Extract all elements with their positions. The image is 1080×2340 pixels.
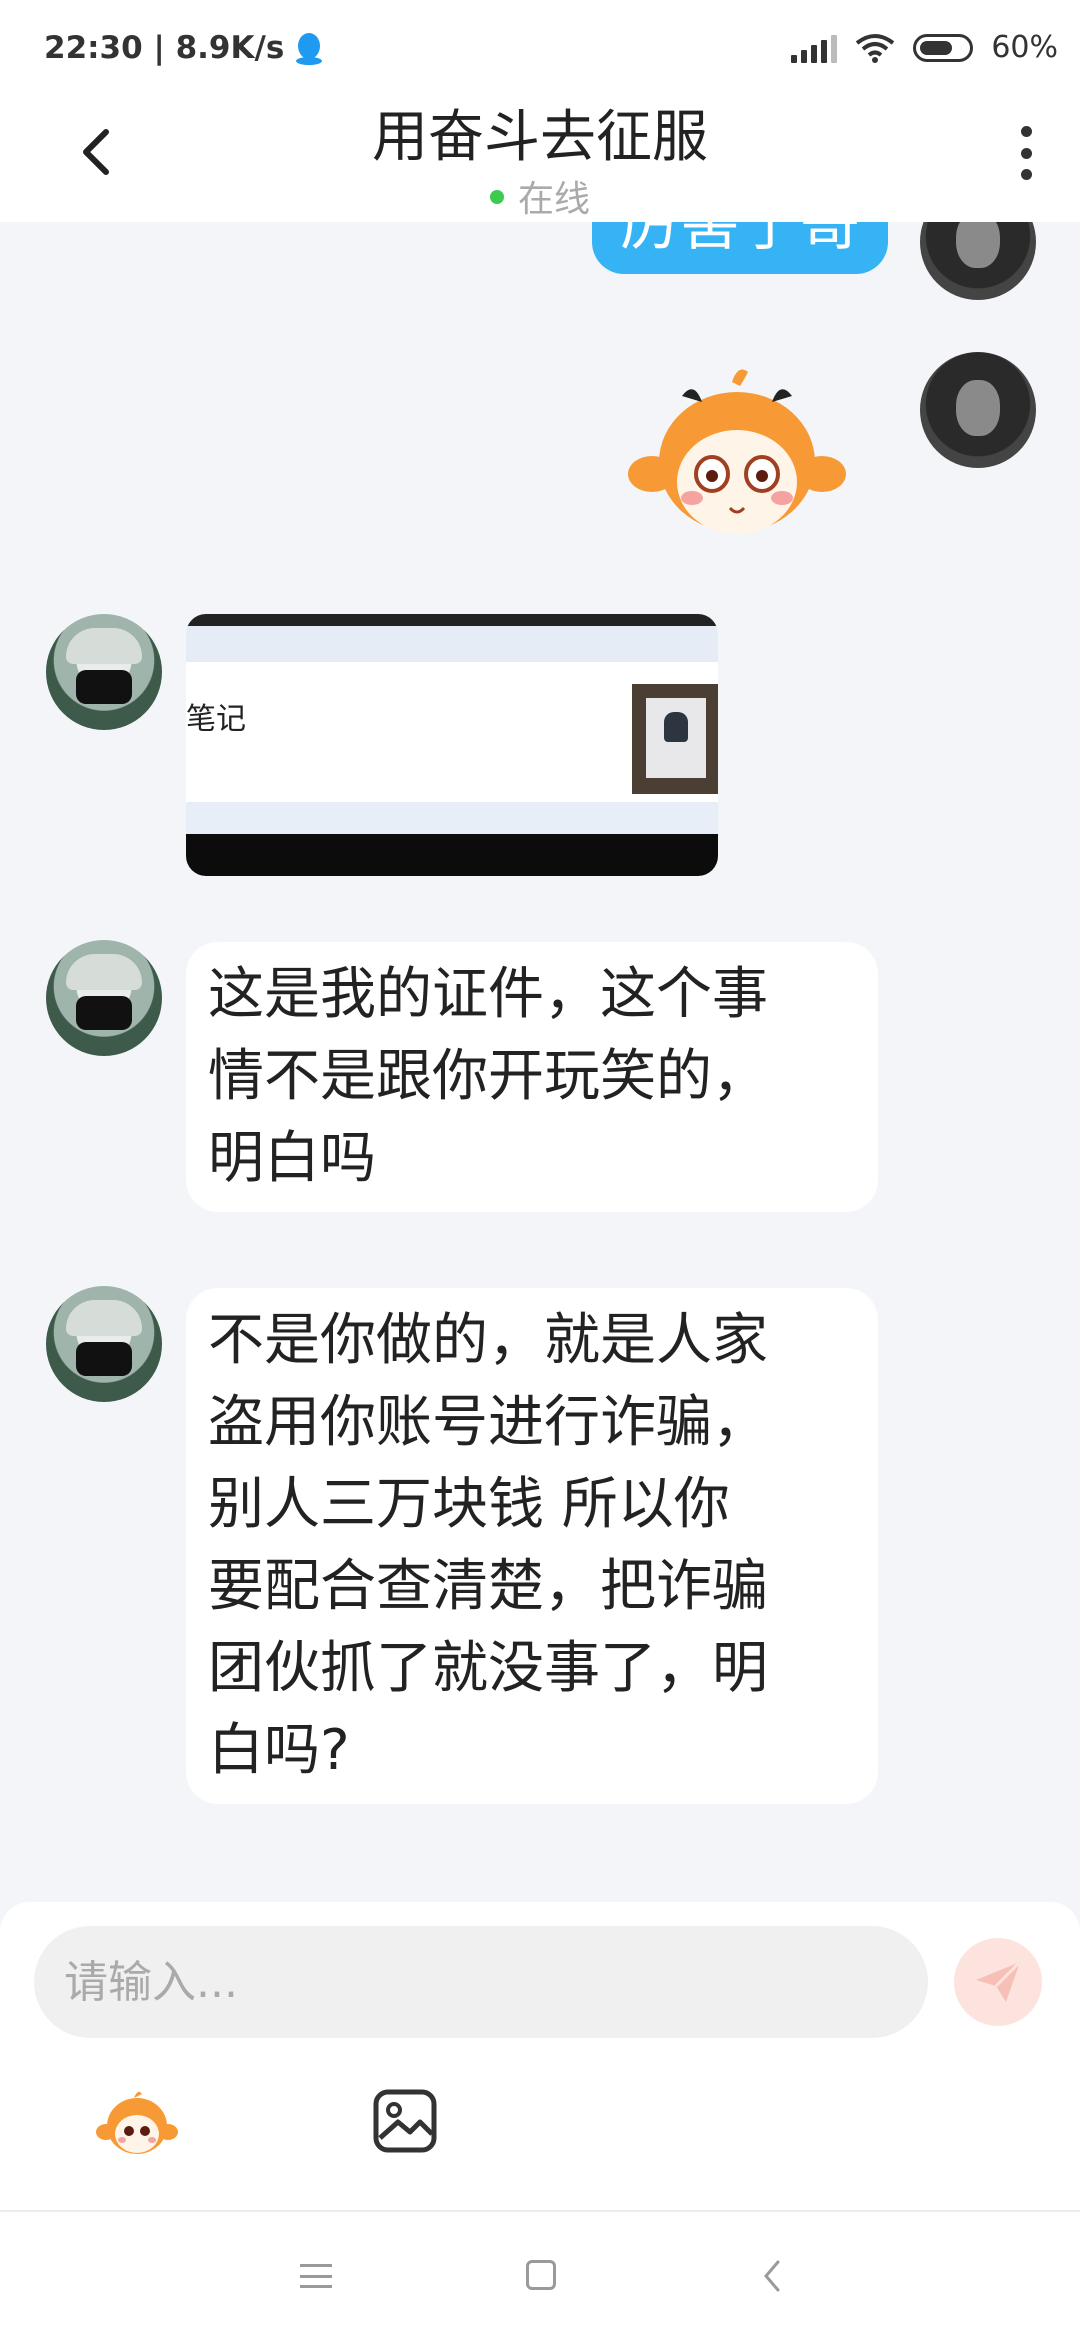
contact-avatar[interactable] [46, 614, 162, 730]
status-bar: 22:30 | 8.9K/s 60% [0, 0, 1080, 100]
emoji-sticker-icon[interactable] [94, 2088, 180, 2160]
status-left: 22:30 | 8.9K/s [44, 30, 324, 66]
input-area [0, 1902, 1080, 2210]
wifi-icon [856, 33, 895, 63]
message-line: 团伙抓了就没事了，明 [208, 1636, 768, 1701]
battery-icon [913, 33, 974, 62]
id-card-photo [632, 684, 718, 794]
image-top-strip [186, 614, 718, 626]
signal-icon [791, 33, 838, 63]
send-icon [976, 1960, 1022, 2002]
chat-area[interactable]: 厉害了哥 笔记 这是我的证件，这个事 情不是跟你开玩笑的， 明白吗 不是你做的，… [0, 222, 1080, 1910]
status-right: 60% [791, 30, 1058, 65]
message-line: 盗用你账号进行诈骗， [208, 1390, 768, 1455]
message-line: 别人三万块钱 所以你 [208, 1472, 730, 1537]
message-line: 白吗? [208, 1718, 350, 1783]
message-text: 厉害了哥 [620, 222, 860, 259]
nav-home-icon[interactable] [526, 2260, 556, 2290]
battery-level: 60% [991, 30, 1058, 65]
image-picker-icon[interactable] [372, 2088, 438, 2154]
message-line: 明白吗 [208, 1126, 376, 1191]
message-line: 不是你做的，就是人家 [208, 1308, 768, 1373]
more-vertical-icon[interactable] [1020, 126, 1032, 180]
time-speed: 22:30 | 8.9K/s [44, 30, 285, 66]
chat-header: 用奋斗去征服 在线 [0, 100, 1080, 222]
message-line: 这是我的证件，这个事 [208, 962, 768, 1027]
incoming-message-bubble[interactable]: 这是我的证件，这个事 情不是跟你开玩笑的， 明白吗 [186, 942, 878, 1212]
message-line: 情不是跟你开玩笑的， [208, 1044, 768, 1109]
my-avatar[interactable] [920, 352, 1036, 468]
my-avatar[interactable] [920, 222, 1036, 300]
contact-avatar[interactable] [46, 940, 162, 1056]
image-bottom-strip [186, 834, 718, 876]
image-text: 笔记 [186, 702, 246, 737]
sticker-message[interactable] [622, 362, 852, 552]
incoming-message-bubble[interactable]: 不是你做的，就是人家 盗用你账号进行诈骗， 别人三万块钱 所以你 要配合查清楚，… [186, 1288, 878, 1804]
system-nav-bar [0, 2212, 1080, 2340]
online-dot-icon [489, 190, 504, 204]
nav-menu-icon[interactable] [300, 2264, 332, 2288]
online-status: 在线 [0, 170, 1080, 222]
contact-avatar[interactable] [46, 1286, 162, 1402]
image-lower-band [186, 802, 718, 834]
send-button[interactable] [954, 1938, 1042, 2026]
qq-penguin-icon [296, 33, 323, 65]
message-input[interactable] [34, 1926, 928, 2038]
image-message[interactable]: 笔记 [186, 614, 718, 876]
nav-back-icon[interactable] [756, 2258, 788, 2294]
online-status-text: 在线 [517, 179, 590, 220]
outgoing-message-bubble[interactable]: 厉害了哥 [592, 222, 888, 274]
message-line: 要配合查清楚，把诈骗 [208, 1554, 768, 1619]
page-title: 用奋斗去征服 [372, 105, 708, 170]
